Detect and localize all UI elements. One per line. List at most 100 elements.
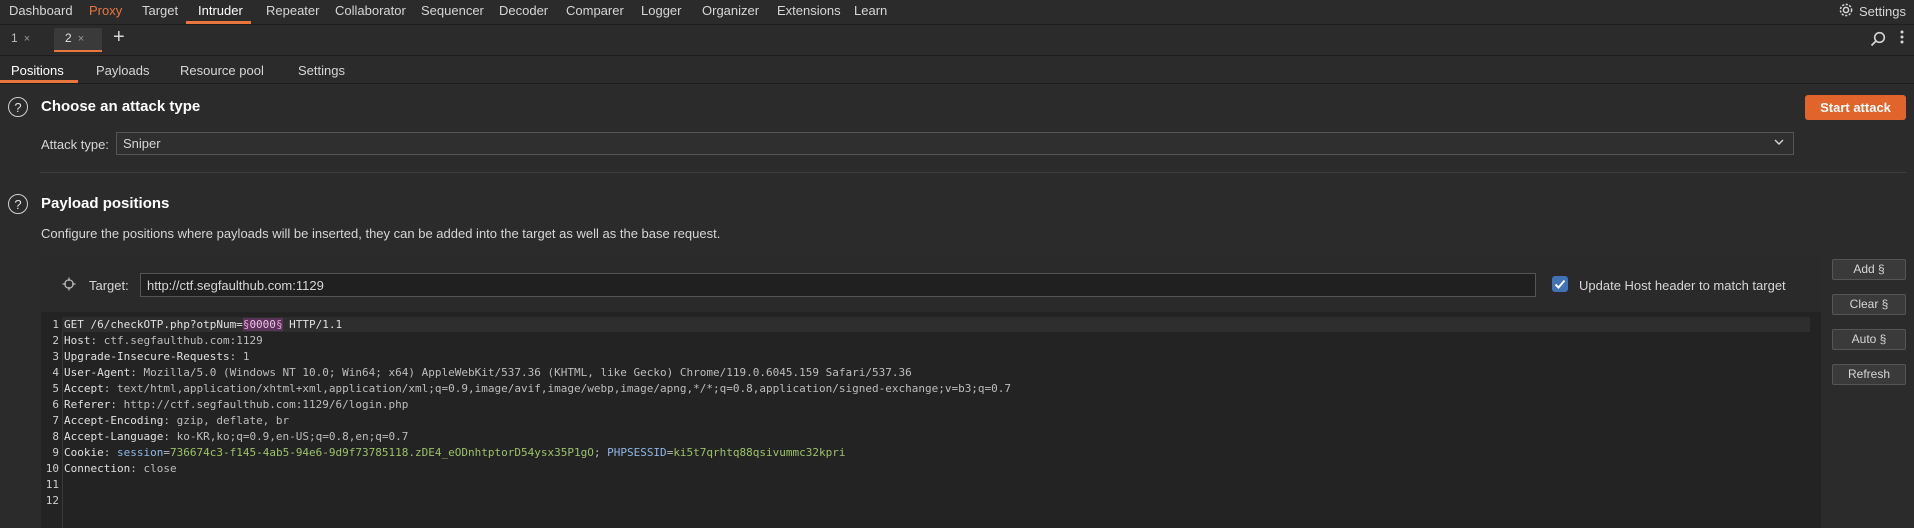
header-line-upgrade[interactable]: Upgrade-Insecure-Requests: 1 bbox=[64, 350, 249, 363]
nav-extensions[interactable]: Extensions bbox=[777, 3, 841, 18]
header-name: Cookie bbox=[64, 446, 104, 459]
close-icon[interactable]: × bbox=[78, 33, 84, 45]
request-tab-2[interactable]: 2 × bbox=[65, 31, 84, 45]
nav-dashboard[interactable]: Dashboard bbox=[9, 3, 73, 18]
sub-tab-active-indicator bbox=[0, 80, 78, 83]
header-value: gzip, deflate, br bbox=[176, 414, 290, 427]
attack-type-select[interactable]: Sniper bbox=[116, 132, 1794, 155]
nav-active-indicator bbox=[186, 21, 251, 24]
help-icon[interactable]: ? bbox=[8, 97, 28, 117]
header-name: Upgrade-Insecure-Requests bbox=[64, 350, 230, 363]
nav-learn[interactable]: Learn bbox=[854, 3, 887, 18]
add-marker-button[interactable]: Add § bbox=[1832, 259, 1906, 280]
request-line-start: GET /6/checkOTP.php?otpNum= bbox=[64, 318, 243, 331]
header-value: close bbox=[143, 462, 177, 475]
chevron-down-icon bbox=[1773, 136, 1785, 151]
header-line-accept[interactable]: Accept: text/html,application/xhtml+xml,… bbox=[64, 382, 1011, 395]
line-number: 5 bbox=[52, 382, 59, 395]
nav-comparer[interactable]: Comparer bbox=[566, 3, 624, 18]
nav-intruder[interactable]: Intruder bbox=[198, 3, 243, 18]
nav-logger[interactable]: Logger bbox=[641, 3, 681, 18]
header-name: Host bbox=[64, 334, 91, 347]
header-value: 1 bbox=[242, 350, 250, 363]
checkmark-icon bbox=[1554, 279, 1566, 289]
target-label: Target: bbox=[89, 278, 129, 293]
request-line[interactable]: GET /6/checkOTP.php?otpNum=§0000§ HTTP/1… bbox=[64, 318, 342, 331]
payload-marker-close: § bbox=[275, 318, 283, 331]
header-name: User-Agent bbox=[64, 366, 131, 379]
header-name: Referer bbox=[64, 398, 111, 411]
header-line-host[interactable]: Host: ctf.segfaulthub.com:1129 bbox=[64, 334, 263, 347]
payload-positions-description: Configure the positions where payloads w… bbox=[41, 226, 721, 241]
help-icon[interactable]: ? bbox=[8, 194, 28, 214]
settings-label: Settings bbox=[1859, 4, 1906, 19]
add-tab-button[interactable]: + bbox=[113, 26, 125, 49]
crosshair-icon bbox=[62, 277, 76, 294]
nav-target[interactable]: Target bbox=[142, 3, 178, 18]
request-tab-bar: 1 × 2 × + bbox=[0, 25, 1914, 56]
top-nav: Dashboard Proxy Target Intruder Repeater… bbox=[0, 0, 1914, 25]
settings-button[interactable]: Settings bbox=[1838, 2, 1906, 21]
header-name: Accept-Language bbox=[64, 430, 164, 443]
request-tab-label: 1 bbox=[11, 31, 18, 45]
auto-markers-button[interactable]: Auto § bbox=[1832, 329, 1906, 350]
request-line-end: HTTP/1.1 bbox=[282, 318, 343, 331]
active-tab-indicator bbox=[54, 50, 102, 52]
line-number: 7 bbox=[52, 414, 59, 427]
request-tab-label: 2 bbox=[65, 31, 72, 45]
header-name: Connection bbox=[64, 462, 131, 475]
tab-positions[interactable]: Positions bbox=[11, 63, 64, 78]
update-host-checkbox[interactable] bbox=[1552, 276, 1568, 292]
nav-collaborator[interactable]: Collaborator bbox=[335, 3, 406, 18]
nav-proxy[interactable]: Proxy bbox=[89, 3, 122, 18]
nav-repeater[interactable]: Repeater bbox=[266, 3, 319, 18]
cookie-value: 736674c3-f145-4ab5-94e6-9d9f73785118.zDE… bbox=[169, 446, 594, 459]
tab-resource-pool[interactable]: Resource pool bbox=[180, 63, 264, 78]
cookie-name: session bbox=[117, 446, 164, 459]
line-number: 12 bbox=[45, 494, 59, 507]
start-attack-button[interactable]: Start attack bbox=[1805, 95, 1906, 120]
target-input[interactable]: http://ctf.segfaulthub.com:1129 bbox=[140, 273, 1536, 297]
header-value: http://ctf.segfaulthub.com:1129/6/login.… bbox=[123, 398, 409, 411]
cookie-name: PHPSESSID bbox=[607, 446, 667, 459]
refresh-button[interactable]: Refresh bbox=[1832, 364, 1906, 385]
header-name: Accept bbox=[64, 382, 104, 395]
nav-organizer[interactable]: Organizer bbox=[702, 3, 759, 18]
line-number: 6 bbox=[52, 398, 59, 411]
tab-settings[interactable]: Settings bbox=[298, 63, 345, 78]
gear-icon bbox=[1838, 2, 1854, 21]
cookie-value: ki5t7qrhtq88qsivummc32kpri bbox=[673, 446, 846, 459]
search-icon[interactable] bbox=[1870, 31, 1886, 50]
line-number: 2 bbox=[52, 334, 59, 347]
clear-markers-button[interactable]: Clear § bbox=[1832, 294, 1906, 315]
header-name: Accept-Encoding bbox=[64, 414, 164, 427]
line-number: 10 bbox=[45, 462, 59, 475]
nav-sequencer[interactable]: Sequencer bbox=[421, 3, 484, 18]
header-line-cookie[interactable]: Cookie: session=736674c3-f145-4ab5-94e6-… bbox=[64, 446, 846, 459]
line-number: 1 bbox=[52, 318, 59, 331]
line-number: 11 bbox=[45, 478, 59, 491]
line-number: 9 bbox=[52, 446, 59, 459]
more-vertical-icon[interactable] bbox=[1900, 29, 1904, 49]
line-number: 3 bbox=[52, 350, 59, 363]
header-line-referer[interactable]: Referer: http://ctf.segfaulthub.com:1129… bbox=[64, 398, 408, 411]
section-divider bbox=[40, 172, 1906, 173]
header-line-accept-language[interactable]: Accept-Language: ko-KR,ko;q=0.9,en-US;q=… bbox=[64, 430, 408, 443]
header-line-connection[interactable]: Connection: close bbox=[64, 462, 177, 475]
payload-positions-title: Payload positions bbox=[41, 195, 170, 212]
header-line-user-agent[interactable]: User-Agent: Mozilla/5.0 (Windows NT 10.0… bbox=[64, 366, 912, 379]
header-value: text/html,application/xhtml+xml,applicat… bbox=[117, 382, 1012, 395]
attack-type-label: Attack type: bbox=[41, 137, 109, 152]
line-number: 4 bbox=[52, 366, 59, 379]
request-tab-1[interactable]: 1 × bbox=[11, 31, 30, 45]
nav-decoder[interactable]: Decoder bbox=[499, 3, 548, 18]
update-host-label: Update Host header to match target bbox=[1579, 278, 1786, 293]
close-icon[interactable]: × bbox=[24, 33, 30, 45]
tab-payloads[interactable]: Payloads bbox=[96, 63, 149, 78]
header-line-accept-encoding[interactable]: Accept-Encoding: gzip, deflate, br bbox=[64, 414, 289, 427]
header-value: ko-KR,ko;q=0.9,en-US;q=0.8,en;q=0.7 bbox=[176, 430, 409, 443]
intruder-sub-tabs: Positions Payloads Resource pool Setting… bbox=[0, 56, 1914, 84]
header-value: Mozilla/5.0 (Windows NT 10.0; Win64; x64… bbox=[143, 366, 912, 379]
payload-position-value: 0000 bbox=[249, 318, 276, 331]
header-value: ctf.segfaulthub.com:1129 bbox=[103, 334, 263, 347]
